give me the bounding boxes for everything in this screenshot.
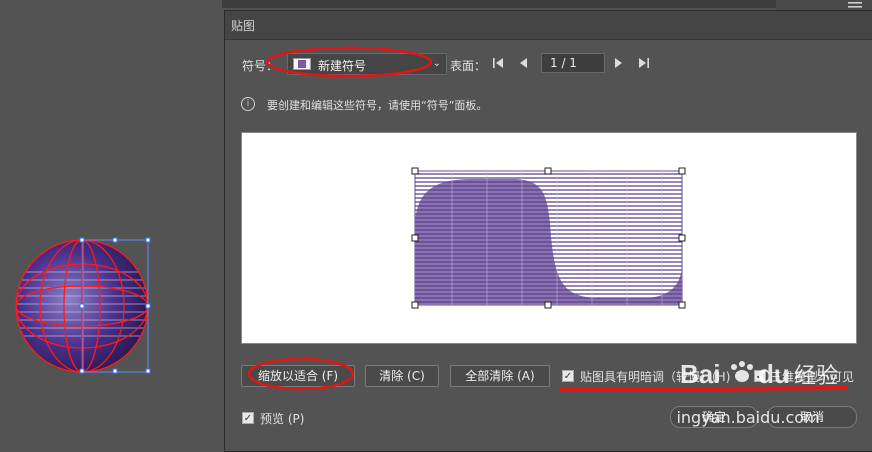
- symbol-value: 新建符号: [318, 59, 367, 73]
- dialog-title: 贴图: [231, 19, 256, 33]
- map-art-dialog: 贴图 符号： 新建符号 ⌄ 表面： 1 / 1 i 要创建和编辑这些符号，请使用…: [224, 10, 872, 452]
- preview-checkbox[interactable]: ✓: [242, 412, 254, 424]
- clear-all-button[interactable]: 全部清除 (A): [450, 365, 550, 387]
- page-number-field[interactable]: 1 / 1: [541, 53, 605, 73]
- symbol-label: 符号：: [242, 59, 279, 73]
- chevron-down-icon: ⌄: [432, 58, 441, 69]
- last-page-icon[interactable]: [638, 56, 650, 70]
- invisible-geometry-label: 三维模型不可见: [770, 370, 855, 384]
- ok-button[interactable]: 确定: [670, 406, 758, 428]
- symbol-select[interactable]: 新建符号 ⌄: [287, 53, 447, 75]
- clear-button[interactable]: 清除 (C): [365, 365, 439, 387]
- background-panel-bar: [222, 0, 872, 8]
- cancel-button[interactable]: 取消: [767, 406, 857, 428]
- symbol-swatch: [293, 58, 311, 70]
- info-icon: i: [241, 97, 255, 111]
- preview-label: 预览 (P): [260, 412, 305, 426]
- 3d-sphere-artwork[interactable]: [8, 232, 158, 382]
- surface-label: 表面：: [450, 59, 487, 73]
- symbol-preview-area[interactable]: [241, 132, 857, 344]
- info-text: 要创建和编辑这些符号，请使用“符号”面板。: [267, 99, 488, 112]
- previous-page-icon[interactable]: [518, 56, 530, 70]
- shade-artwork-label: 贴图具有明暗调（较慢）(H): [580, 370, 731, 384]
- panel-menu-icon[interactable]: [848, 0, 862, 8]
- shade-artwork-checkbox[interactable]: ✓: [562, 370, 574, 382]
- artboard-canvas: [0, 0, 222, 452]
- first-page-icon[interactable]: [492, 56, 504, 70]
- scale-to-fit-button[interactable]: 缩放以适合 (F): [241, 365, 355, 387]
- surface-map-preview: [411, 167, 686, 309]
- dialog-titlebar[interactable]: 贴图: [225, 11, 872, 40]
- next-page-icon[interactable]: [612, 56, 624, 70]
- invisible-geometry-checkbox[interactable]: ✓: [754, 370, 766, 382]
- dialog-body: 符号： 新建符号 ⌄ 表面： 1 / 1 i 要创建和编辑这些符号，请使用“符号…: [233, 40, 865, 451]
